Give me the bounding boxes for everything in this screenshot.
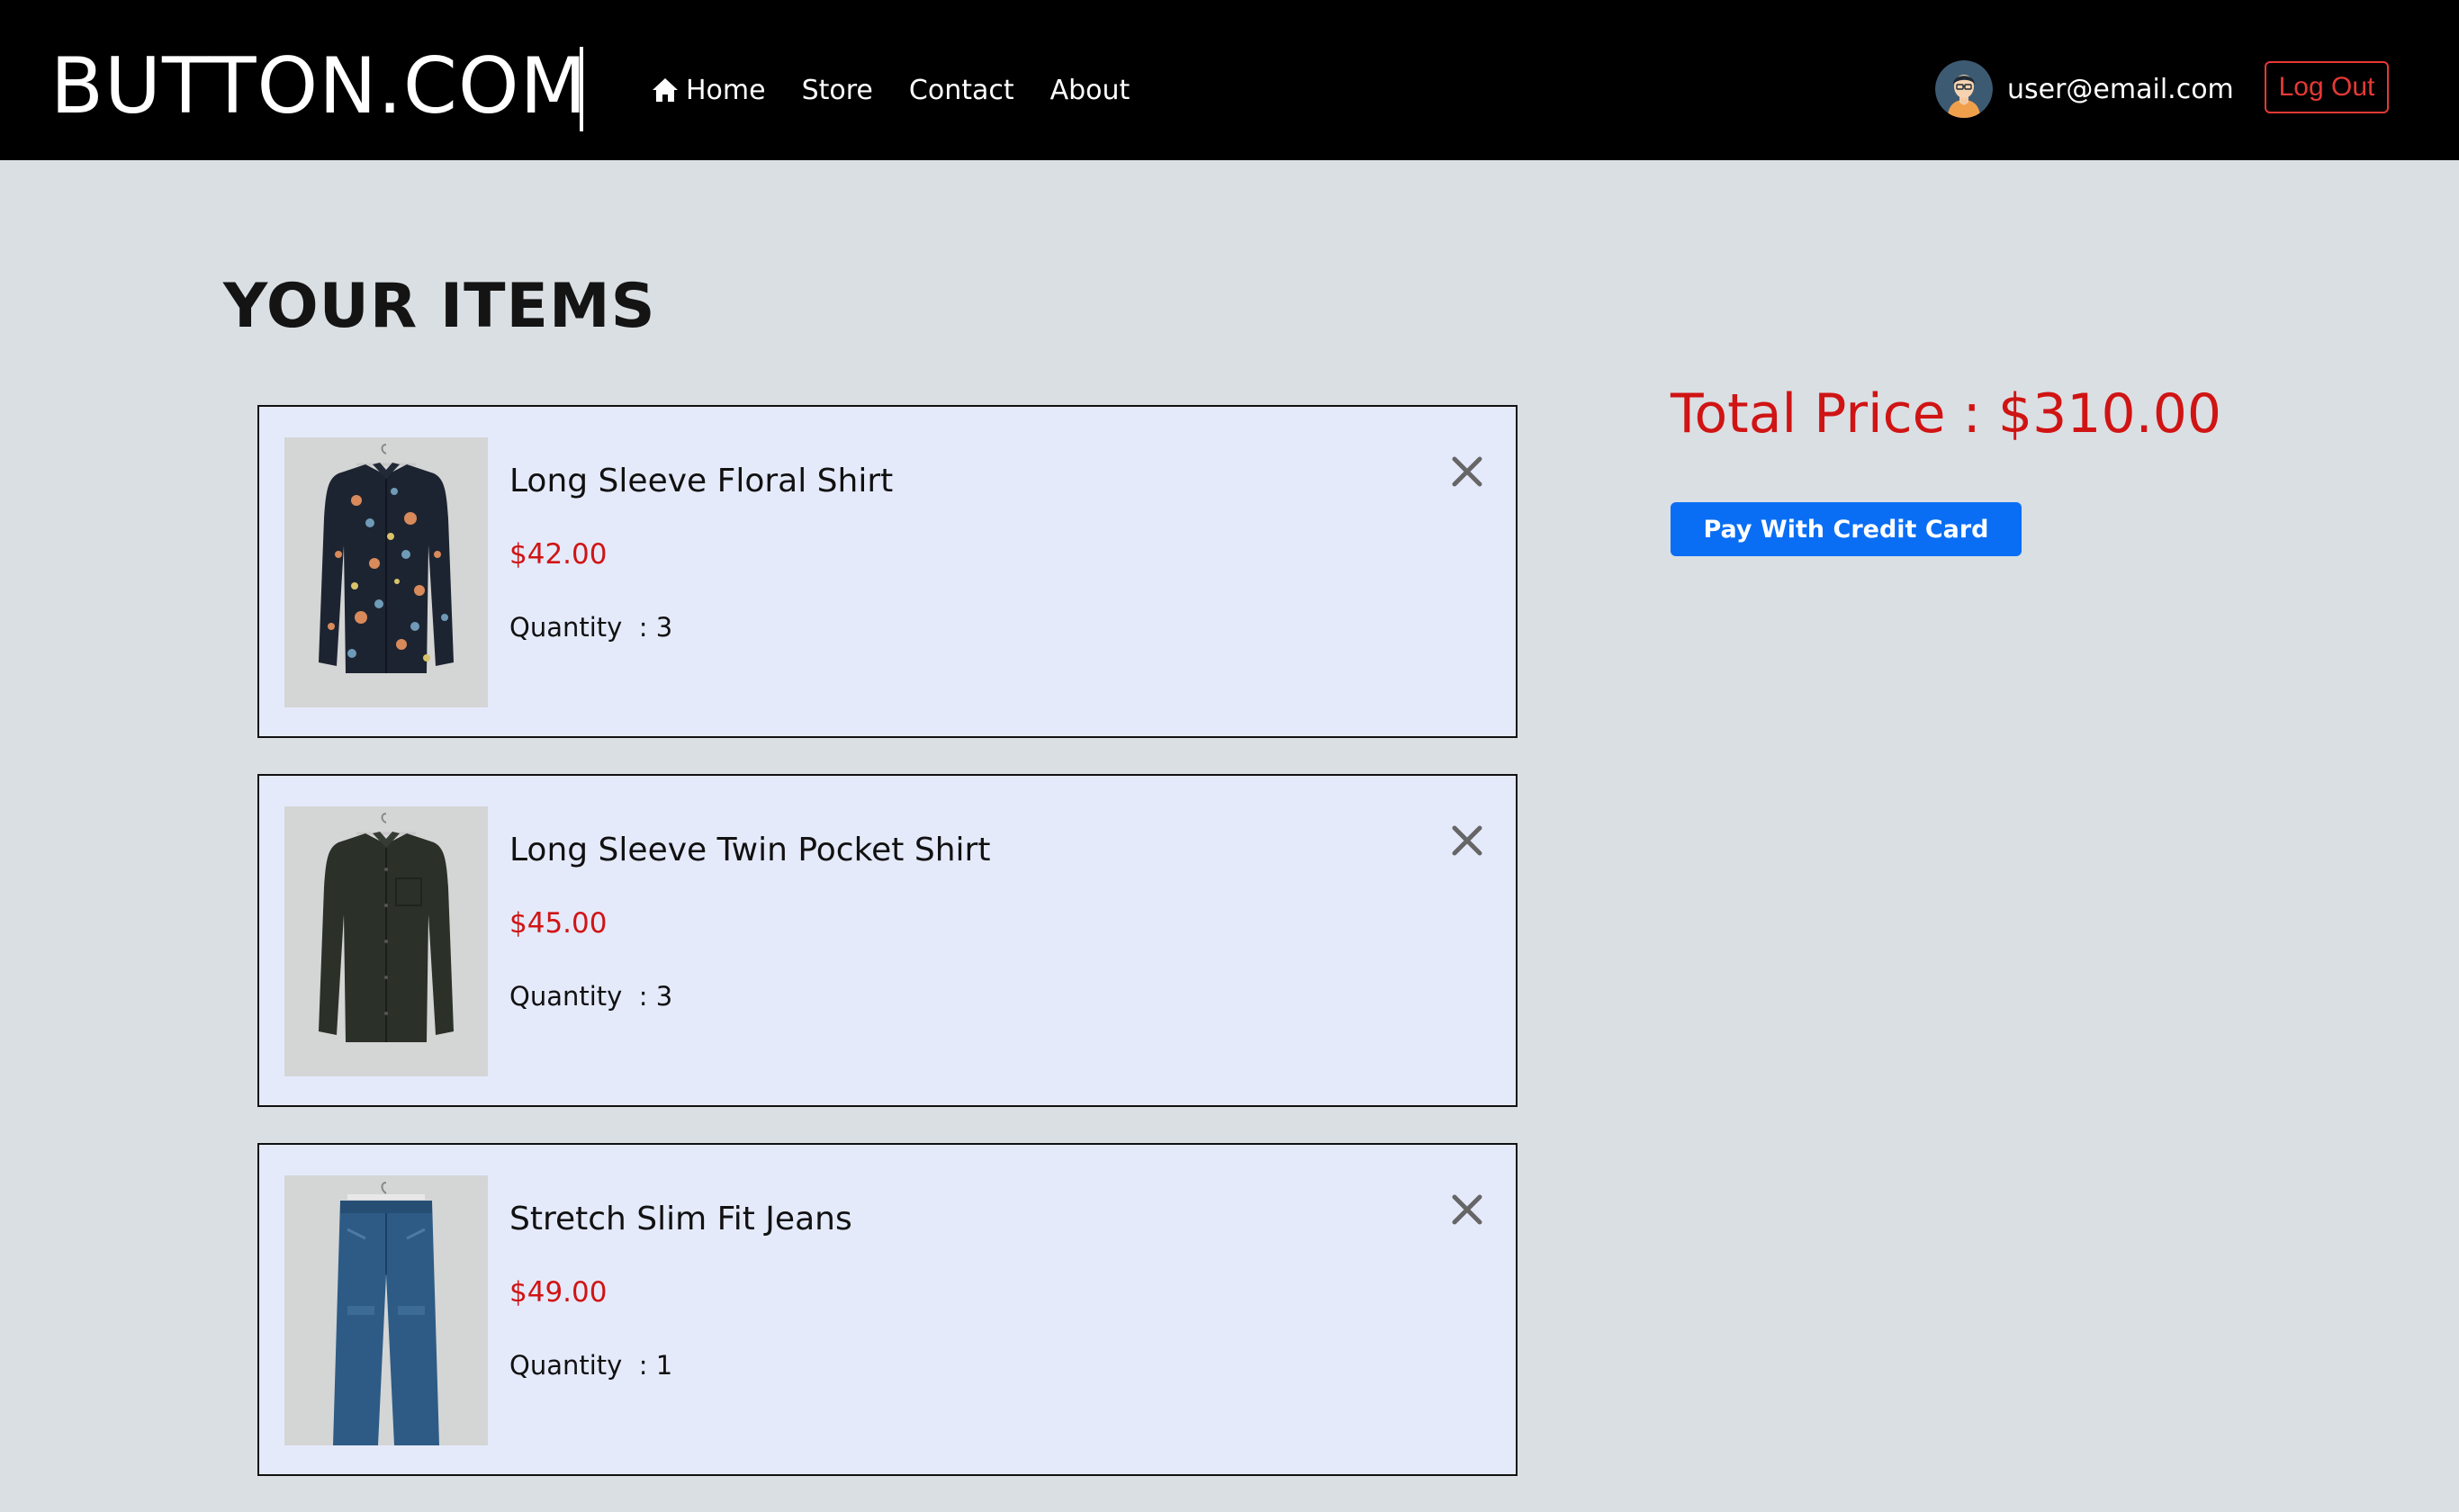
item-name: Long Sleeve Twin Pocket Shirt [509,832,991,868]
item-quantity: Quantity : 3 [509,612,672,643]
nav-link-home[interactable]: Home [652,75,766,106]
total-price: Total Price : $310.00 [1671,382,2222,446]
brand-logo[interactable]: BUTTON.COM [50,41,588,131]
item-quantity-label: Quantity [509,981,623,1012]
cart-item: Stretch Slim Fit Jeans $49.00 Quantity :… [257,1143,1518,1476]
item-quantity-value: : 3 [638,981,673,1012]
item-quantity: Quantity : 3 [509,981,672,1012]
item-name: Stretch Slim Fit Jeans [509,1201,852,1238]
brand-divider [580,47,583,131]
home-icon [653,78,678,102]
remove-item-close-icon[interactable] [1449,823,1485,859]
item-quantity-value: : 1 [638,1350,673,1381]
item-price: $42.00 [509,538,608,571]
navbar: BUTTON.COM Home Store Contact About user… [0,0,2459,160]
nav-link-about[interactable]: About [1050,75,1130,106]
cart-list: Long Sleeve Floral Shirt $42.00 Quantity… [257,405,1518,1512]
product-image-dark-green-shirt[interactable] [284,806,488,1076]
nav-link-contact[interactable]: Contact [909,75,1014,106]
cart-item: Long Sleeve Twin Pocket Shirt $45.00 Qua… [257,774,1518,1107]
nav-link-home-label: Home [686,74,766,106]
nav-link-store[interactable]: Store [802,75,873,106]
item-price: $49.00 [509,1276,608,1309]
item-price: $45.00 [509,907,608,940]
logout-button[interactable]: Log Out [2265,61,2389,113]
product-image-blue-jeans[interactable] [284,1175,488,1445]
page-title: YOUR ITEMS [223,271,656,342]
user-email: user@email.com [2007,73,2234,105]
user-menu[interactable]: user@email.com [1935,59,2234,119]
item-quantity-label: Quantity [509,1350,623,1381]
nav-links: Home Store Contact About [652,70,1166,110]
item-name: Long Sleeve Floral Shirt [509,463,894,500]
item-quantity-value: : 3 [638,612,673,643]
cart-item: Long Sleeve Floral Shirt $42.00 Quantity… [257,405,1518,738]
pay-with-credit-card-button[interactable]: Pay With Credit Card [1671,502,2022,556]
user-avatar [1935,60,1993,118]
remove-item-close-icon[interactable] [1449,1192,1485,1228]
product-image-floral-shirt[interactable] [284,437,488,707]
remove-item-close-icon[interactable] [1449,454,1485,490]
item-quantity-label: Quantity [509,612,623,643]
item-quantity: Quantity : 1 [509,1350,672,1381]
